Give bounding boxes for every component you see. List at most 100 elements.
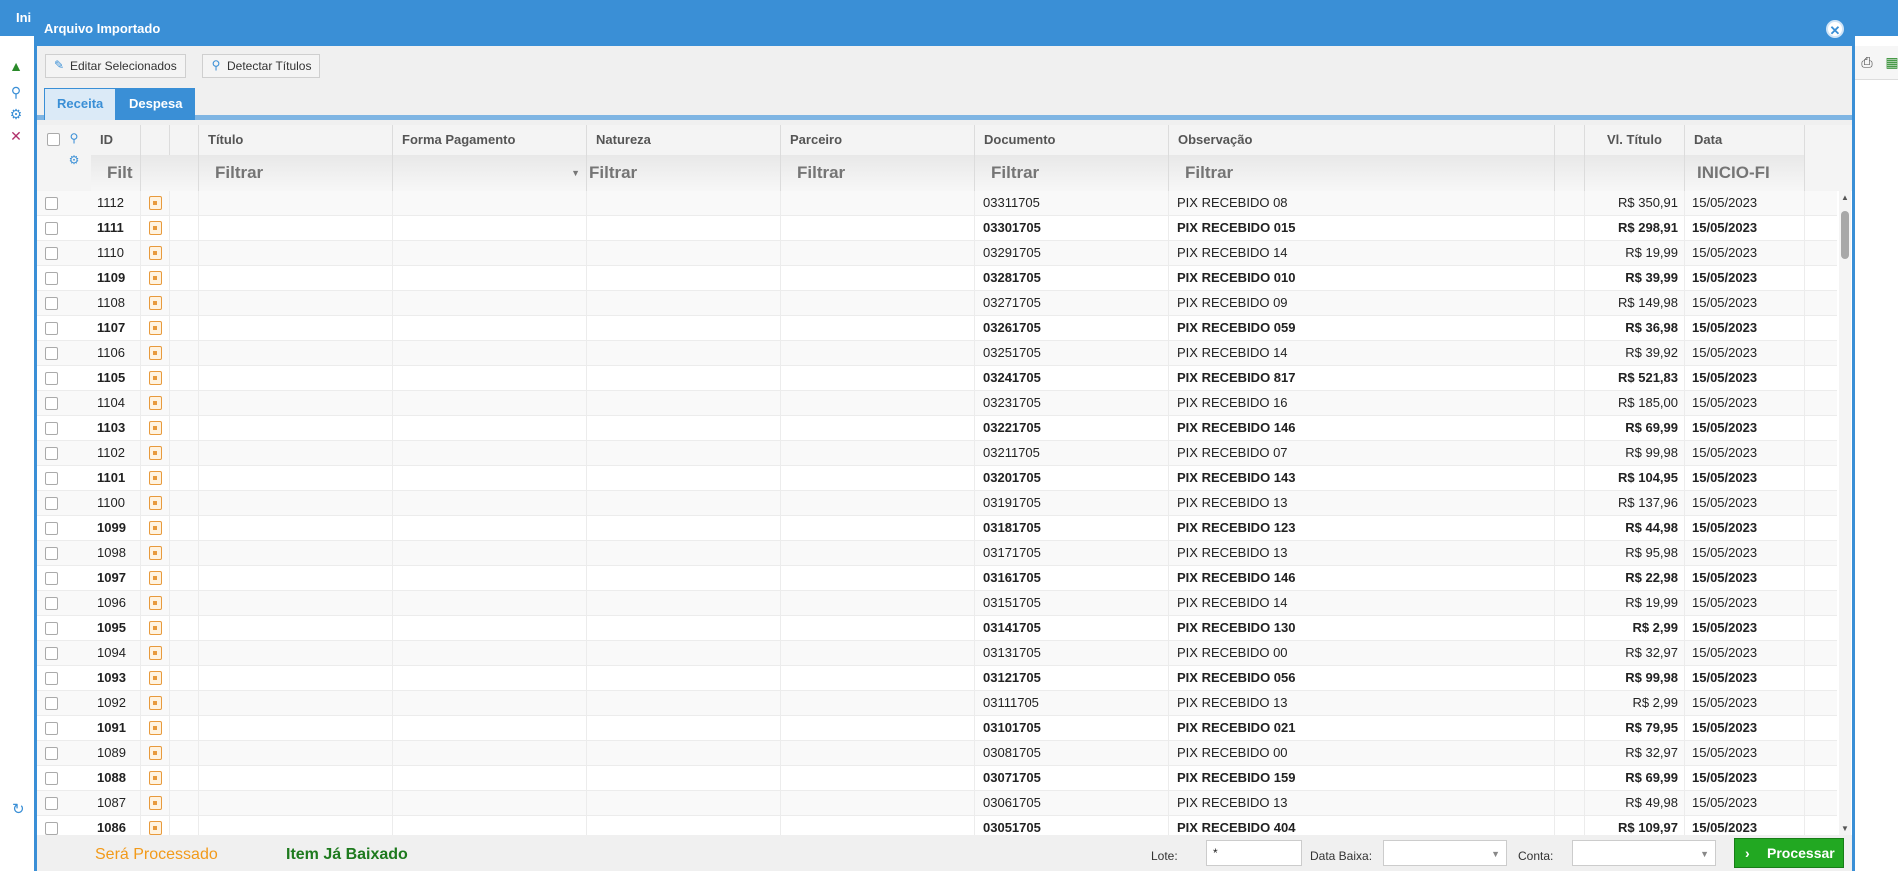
table-row[interactable]: 1102 03211705 PIX RECEBIDO 07 R$ 99,98 15/05… xyxy=(37,441,1837,466)
filter-titulo-input[interactable] xyxy=(199,155,392,191)
document-icon[interactable] xyxy=(149,521,162,535)
row-checkbox[interactable] xyxy=(45,622,58,635)
document-icon[interactable] xyxy=(149,721,162,735)
row-checkbox[interactable] xyxy=(45,272,58,285)
row-checkbox[interactable] xyxy=(45,797,58,810)
document-icon[interactable] xyxy=(149,571,162,585)
col-valor-header[interactable]: Vl. Título xyxy=(1585,125,1685,155)
table-row[interactable]: 1094 03131705 PIX RECEBIDO 00 R$ 32,97 15/05… xyxy=(37,641,1837,666)
row-checkbox[interactable] xyxy=(45,547,58,560)
document-icon[interactable] xyxy=(149,696,162,710)
row-checkbox[interactable] xyxy=(45,597,58,610)
row-checkbox[interactable] xyxy=(45,772,58,785)
document-icon[interactable] xyxy=(149,271,162,285)
document-icon[interactable] xyxy=(149,821,162,835)
refresh-icon[interactable]: ↻ xyxy=(12,800,28,818)
document-icon[interactable] xyxy=(149,496,162,510)
row-checkbox[interactable] xyxy=(45,672,58,685)
row-checkbox[interactable] xyxy=(45,322,58,335)
modal-close-button[interactable]: ✕ xyxy=(1826,20,1844,38)
filter-natureza-input[interactable] xyxy=(587,155,780,191)
excel-icon[interactable]: ▦ xyxy=(1882,54,1898,72)
row-checkbox[interactable] xyxy=(45,497,58,510)
document-icon[interactable] xyxy=(149,471,162,485)
filter-data[interactable] xyxy=(1685,155,1805,191)
document-icon[interactable] xyxy=(149,371,162,385)
filter-natureza[interactable] xyxy=(587,155,781,191)
table-row[interactable]: 1104 03231705 PIX RECEBIDO 16 R$ 185,00 15/0… xyxy=(37,391,1837,416)
row-checkbox[interactable] xyxy=(45,722,58,735)
data-baixa-select[interactable]: ▼ xyxy=(1383,840,1507,866)
edit-selected-button[interactable]: ✎ Editar Selecionados xyxy=(45,54,186,78)
row-checkbox[interactable] xyxy=(45,247,58,260)
col-observacao-header[interactable]: Observação xyxy=(1169,125,1555,155)
document-icon[interactable] xyxy=(149,296,162,310)
document-icon[interactable] xyxy=(149,246,162,260)
table-row[interactable]: 1111 03301705 PIX RECEBIDO 015 R$ 298,91 15/… xyxy=(37,216,1837,241)
document-icon[interactable] xyxy=(149,621,162,635)
document-icon[interactable] xyxy=(149,221,162,235)
table-row[interactable]: 1095 03141705 PIX RECEBIDO 130 R$ 2,99 15/05… xyxy=(37,616,1837,641)
filter-documento-input[interactable] xyxy=(975,155,1168,191)
row-checkbox[interactable] xyxy=(45,397,58,410)
col-parceiro-header[interactable]: Parceiro xyxy=(781,125,975,155)
row-checkbox[interactable] xyxy=(45,647,58,660)
filter-titulo[interactable] xyxy=(199,155,393,191)
table-row[interactable]: 1099 03181705 PIX RECEBIDO 123 R$ 44,98 15/0… xyxy=(37,516,1837,541)
table-row[interactable]: 1106 03251705 PIX RECEBIDO 14 R$ 39,92 15/05… xyxy=(37,341,1837,366)
document-icon[interactable] xyxy=(149,596,162,610)
document-icon[interactable] xyxy=(149,446,162,460)
col-titulo-header[interactable]: Título xyxy=(199,125,393,155)
scrollbar-thumb[interactable] xyxy=(1841,211,1849,259)
table-row[interactable]: 1110 03291705 PIX RECEBIDO 14 R$ 19,99 15/05… xyxy=(37,241,1837,266)
row-checkbox[interactable] xyxy=(45,197,58,210)
search-icon[interactable]: ⚲ xyxy=(8,84,24,100)
row-checkbox[interactable] xyxy=(45,222,58,235)
filter-forma-pagamento[interactable]: ▼ xyxy=(393,155,587,191)
table-row[interactable]: 1112 03311705 PIX RECEBIDO 08 R$ 350,91 15/0… xyxy=(37,191,1837,216)
row-checkbox[interactable] xyxy=(45,447,58,460)
document-icon[interactable] xyxy=(149,421,162,435)
close-icon[interactable]: ✕ xyxy=(8,128,24,144)
col-forma-pagamento-header[interactable]: Forma Pagamento xyxy=(393,125,587,155)
document-icon[interactable] xyxy=(149,396,162,410)
row-checkbox[interactable] xyxy=(45,822,58,835)
lote-input[interactable]: * xyxy=(1206,840,1302,866)
table-row[interactable]: 1103 03221705 PIX RECEBIDO 146 R$ 69,99 15/0… xyxy=(37,416,1837,441)
table-row[interactable]: 1108 03271705 PIX RECEBIDO 09 R$ 149,98 15/0… xyxy=(37,291,1837,316)
search-icon[interactable]: ⚲ xyxy=(67,131,81,145)
table-row[interactable]: 1088 03071705 PIX RECEBIDO 159 R$ 69,99 15/0… xyxy=(37,766,1837,791)
table-row[interactable]: 1097 03161705 PIX RECEBIDO 146 R$ 22,98 15/0… xyxy=(37,566,1837,591)
row-checkbox[interactable] xyxy=(45,572,58,585)
row-checkbox[interactable] xyxy=(45,422,58,435)
document-icon[interactable] xyxy=(149,196,162,210)
table-row[interactable]: 1096 03151705 PIX RECEBIDO 14 R$ 19,99 15/05… xyxy=(37,591,1837,616)
chevron-down-icon[interactable]: ▼ xyxy=(571,168,580,178)
filter-id-input[interactable] xyxy=(91,155,140,191)
row-checkbox[interactable] xyxy=(45,297,58,310)
detect-titles-button[interactable]: ⚲ Detectar Títulos xyxy=(202,54,321,78)
filter-observacao-input[interactable] xyxy=(1169,155,1554,191)
filter-parceiro-input[interactable] xyxy=(781,155,974,191)
table-row[interactable]: 1098 03171705 PIX RECEBIDO 13 R$ 95,98 15/05… xyxy=(37,541,1837,566)
tab-receita[interactable]: Receita xyxy=(44,88,117,120)
row-checkbox[interactable] xyxy=(45,347,58,360)
select-all-checkbox[interactable] xyxy=(47,133,60,146)
gear-icon[interactable]: ⚙ xyxy=(67,153,81,167)
table-row[interactable]: 1089 03081705 PIX RECEBIDO 00 R$ 32,97 15/05… xyxy=(37,741,1837,766)
table-row[interactable]: 1093 03121705 PIX RECEBIDO 056 R$ 99,98 15/0… xyxy=(37,666,1837,691)
table-row[interactable]: 1109 03281705 PIX RECEBIDO 010 R$ 39,99 15/0… xyxy=(37,266,1837,291)
filter-valor[interactable] xyxy=(1585,155,1685,191)
scroll-up-icon[interactable]: ▲ xyxy=(1841,193,1849,202)
document-icon[interactable] xyxy=(149,646,162,660)
table-row[interactable]: 1105 03241705 PIX RECEBIDO 817 R$ 521,83 15/… xyxy=(37,366,1837,391)
document-icon[interactable] xyxy=(149,746,162,760)
row-checkbox[interactable] xyxy=(45,522,58,535)
col-id-header[interactable]: ID xyxy=(91,125,141,155)
document-icon[interactable] xyxy=(149,796,162,810)
table-row[interactable]: 1101 03201705 PIX RECEBIDO 143 R$ 104,95 15/… xyxy=(37,466,1837,491)
row-checkbox[interactable] xyxy=(45,747,58,760)
table-row[interactable]: 1092 03111705 PIX RECEBIDO 13 R$ 2,99 15/05/… xyxy=(37,691,1837,716)
col-data-header[interactable]: Data xyxy=(1685,125,1805,155)
print-icon[interactable]: ⎙ xyxy=(1857,54,1877,72)
